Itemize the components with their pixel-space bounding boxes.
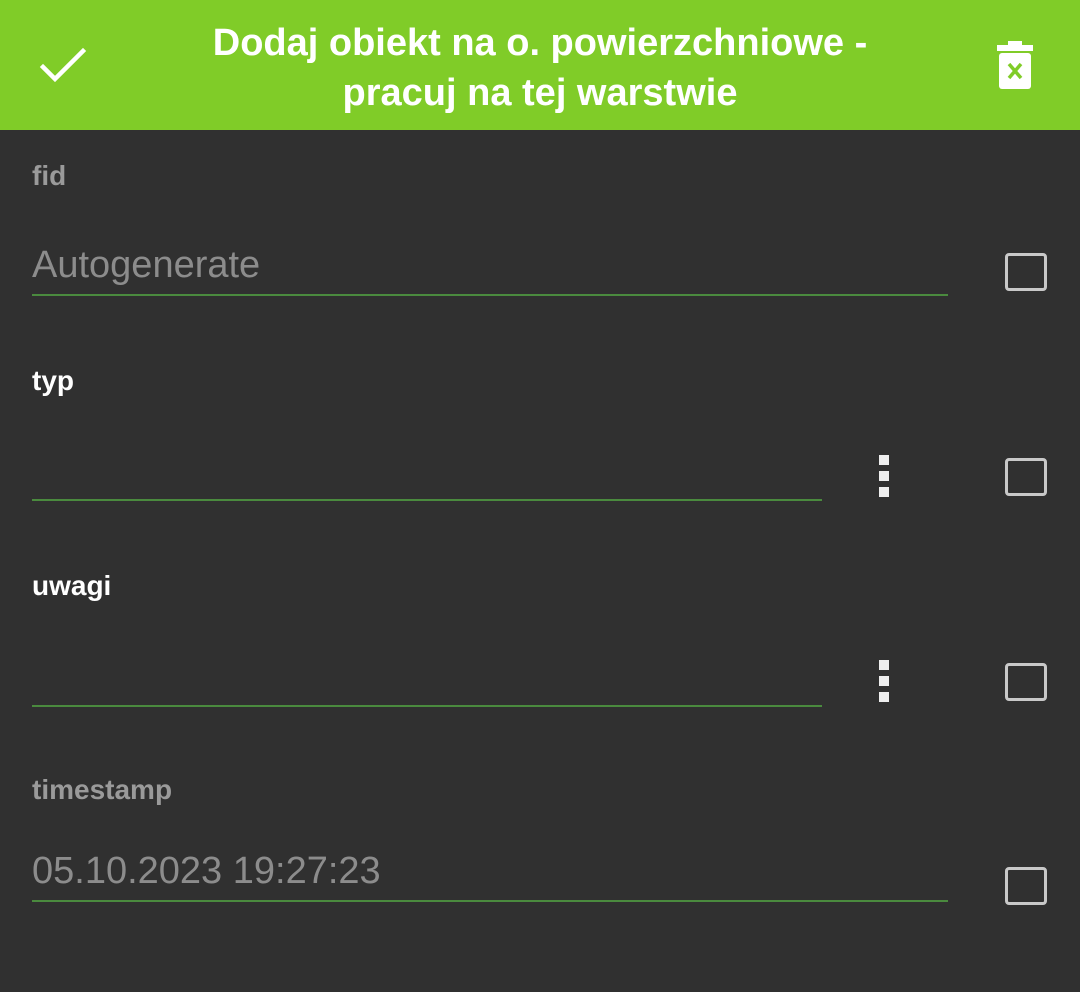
confirm-button[interactable] [0,0,126,130]
app-toolbar: Dodaj obiekt na o. powierzchniowe - prac… [0,0,1080,130]
delete-button[interactable] [974,0,1056,130]
toolbar-title-line1: Dodaj obiekt na o. powierzchniowe - [212,22,868,64]
timestamp-remember-checkbox[interactable] [1005,867,1047,905]
typ-remember-checkbox[interactable] [1005,458,1047,496]
field-label-timestamp: timestamp [32,774,173,805]
typ-more-menu-icon[interactable] [864,446,904,506]
uwagi-more-menu-icon[interactable] [864,651,904,711]
fid-input: Autogenerate [32,236,948,296]
check-icon [39,47,87,83]
field-label-uwagi: uwagi [32,570,112,601]
fid-remember-checkbox[interactable] [1005,253,1047,291]
trash-icon [997,41,1033,89]
toolbar-title: Dodaj obiekt na o. powierzchniowe - prac… [140,18,940,118]
field-label-typ: typ [32,365,74,396]
typ-input[interactable] [32,441,822,501]
field-label-fid: fid [32,160,67,191]
uwagi-remember-checkbox[interactable] [1005,663,1047,701]
toolbar-title-line2: pracuj na tej warstwie [342,72,738,114]
uwagi-input[interactable] [32,647,822,707]
timestamp-input: 05.10.2023 19:27:23 [32,842,948,902]
